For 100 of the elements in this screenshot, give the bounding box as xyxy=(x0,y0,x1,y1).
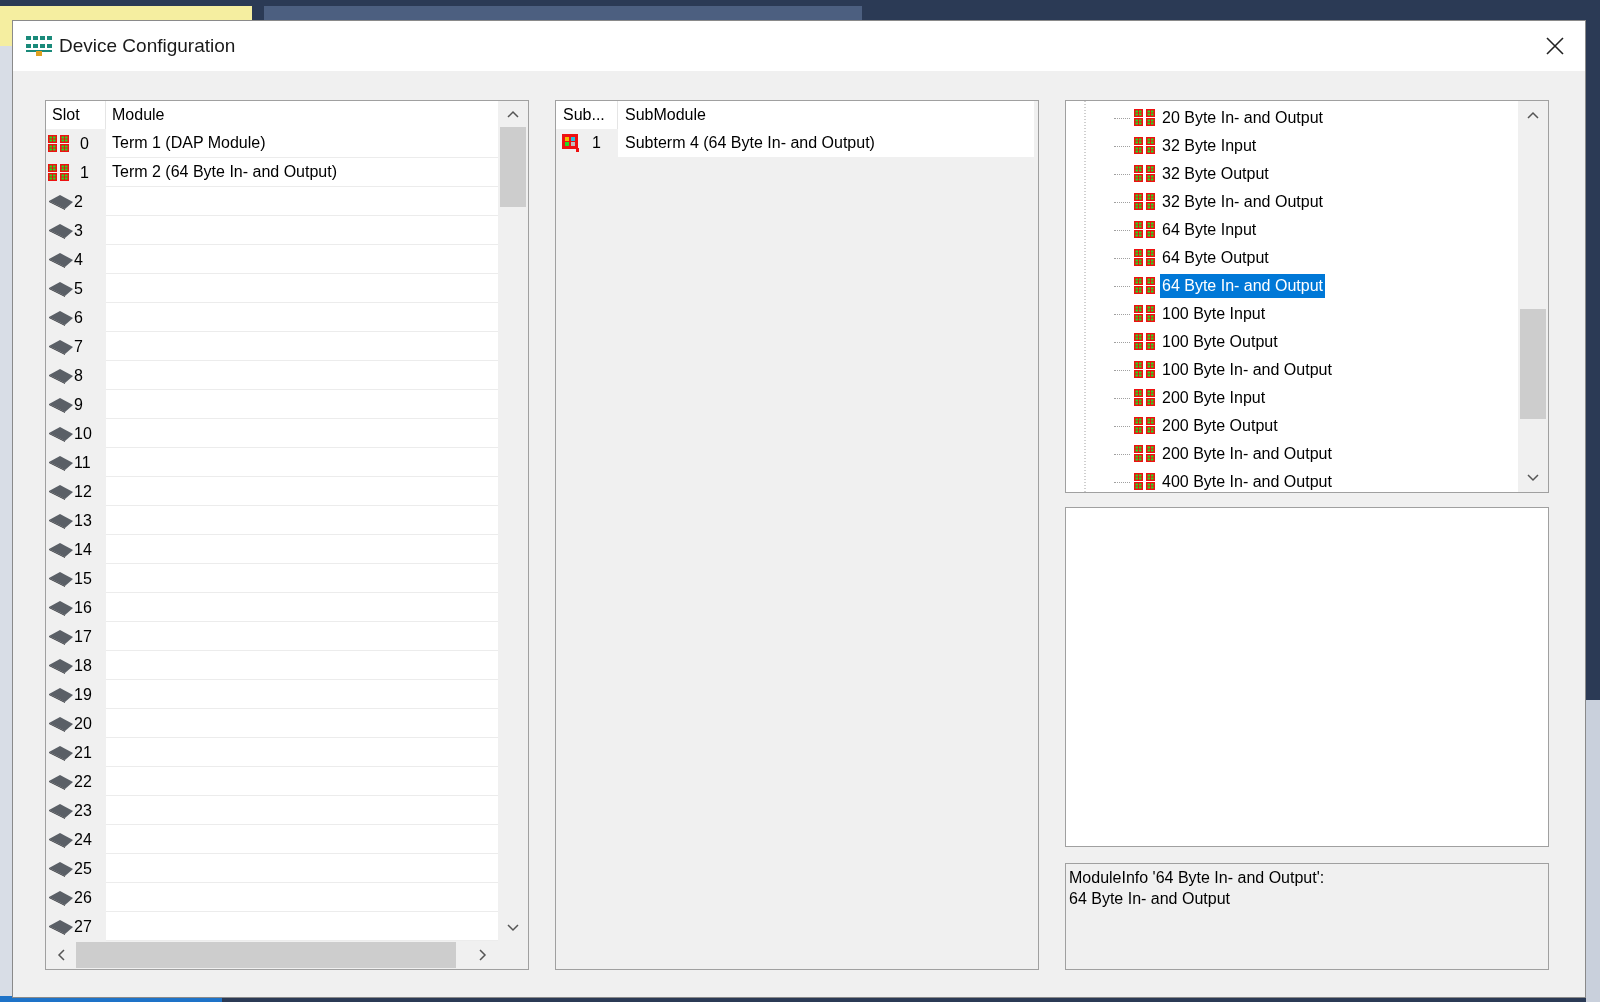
empty-slot-icon xyxy=(48,569,74,588)
module-icon xyxy=(1134,249,1156,267)
module-icon xyxy=(48,134,70,153)
module-icon xyxy=(1134,165,1156,183)
info-text: ModuleInfo '64 Byte In- and Output': xyxy=(1069,868,1326,888)
column-header[interactable]: SubModule xyxy=(618,101,1034,129)
empty-slot-icon xyxy=(48,917,74,936)
network-icon xyxy=(25,35,53,57)
slot-number: 3 xyxy=(74,220,83,241)
empty-slot-icon xyxy=(48,801,74,820)
slot-number: 26 xyxy=(74,887,92,908)
empty-slot-icon xyxy=(48,221,74,240)
tree-item[interactable]: 32 Byte Input xyxy=(1160,134,1259,158)
module-icon xyxy=(1134,473,1156,491)
empty-slot-icon xyxy=(48,627,74,646)
submodule-number: 1 xyxy=(592,133,601,153)
empty-slot-icon xyxy=(48,279,74,298)
tree-item[interactable]: 64 Byte Input xyxy=(1160,218,1259,242)
scroll-up-icon[interactable] xyxy=(507,110,519,118)
scroll-left-icon[interactable] xyxy=(57,949,65,961)
scrollbar-thumb[interactable] xyxy=(76,942,456,968)
table-cell[interactable]: Term 1 (DAP Module) xyxy=(106,129,498,158)
tree-item[interactable]: 200 Byte In- and Output xyxy=(1160,442,1334,466)
empty-slot-icon xyxy=(48,482,74,501)
empty-slot-icon xyxy=(48,511,74,530)
slot-number: 27 xyxy=(74,916,92,937)
empty-slot-icon xyxy=(48,250,74,269)
scrollbar-thumb[interactable] xyxy=(500,127,526,207)
column-header[interactable]: Sub... xyxy=(556,101,618,129)
slot-number: 15 xyxy=(74,568,92,589)
module-icon xyxy=(48,163,70,182)
tree-item[interactable]: 32 Byte Output xyxy=(1160,162,1271,186)
slot-number: 7 xyxy=(74,336,83,357)
slot-number: 0 xyxy=(80,133,89,154)
empty-slot-icon xyxy=(48,308,74,327)
tree-item[interactable]: 100 Byte In- and Output xyxy=(1160,358,1334,382)
empty-slot-icon xyxy=(48,859,74,878)
tree-item[interactable]: 200 Byte Input xyxy=(1160,386,1268,410)
empty-slot-icon xyxy=(48,424,74,443)
module-icon xyxy=(1134,193,1156,211)
slot-number: 6 xyxy=(74,307,83,328)
empty-slot-icon xyxy=(48,598,74,617)
slot-number: 14 xyxy=(74,539,92,560)
tree-item[interactable]: 20 Byte In- and Output xyxy=(1160,106,1325,130)
tree-item[interactable]: 64 Byte In- and Output xyxy=(1160,274,1325,298)
window-title: Device Configuration xyxy=(59,33,236,58)
empty-slot-icon xyxy=(48,772,74,791)
slot-number: 11 xyxy=(74,452,91,473)
slot-number: 21 xyxy=(74,742,92,763)
tree-item[interactable]: 100 Byte Output xyxy=(1160,330,1280,354)
slot-number: 9 xyxy=(74,394,83,415)
empty-slot-icon xyxy=(48,656,74,675)
slot-number: 20 xyxy=(74,713,92,734)
tree-item[interactable]: 32 Byte In- and Output xyxy=(1160,190,1325,214)
scroll-right-icon[interactable] xyxy=(479,949,487,961)
slot-number: 1 xyxy=(80,162,89,183)
empty-slot-icon xyxy=(48,453,74,472)
slot-number: 17 xyxy=(74,626,92,647)
empty-slot-icon xyxy=(48,337,74,356)
scrollbar-thumb[interactable] xyxy=(1520,309,1546,419)
slot-number: 5 xyxy=(74,278,83,299)
slot-number: 23 xyxy=(74,800,92,821)
module-icon xyxy=(1134,137,1156,155)
info-text: 64 Byte In- and Output xyxy=(1069,889,1231,909)
table-cell[interactable]: Term 2 (64 Byte In- and Output) xyxy=(106,158,498,187)
empty-slot-icon xyxy=(48,395,74,414)
slot-number: 4 xyxy=(74,249,83,270)
empty-slot-icon xyxy=(48,888,74,907)
column-header[interactable]: Module xyxy=(106,101,498,129)
tree-item[interactable]: 400 Byte In- and Output xyxy=(1160,470,1334,492)
tree-item[interactable]: 64 Byte Output xyxy=(1160,246,1271,270)
tree-item[interactable]: 200 Byte Output xyxy=(1160,414,1280,438)
slot-number: 2 xyxy=(74,191,83,212)
module-icon xyxy=(1134,109,1156,127)
slot-number: 12 xyxy=(74,481,92,502)
slot-number: 22 xyxy=(74,771,92,792)
module-icon xyxy=(1134,445,1156,463)
vertical-scrollbar[interactable] xyxy=(1518,101,1548,492)
module-icon xyxy=(1134,389,1156,407)
module-icon xyxy=(1134,361,1156,379)
scroll-up-icon[interactable] xyxy=(1527,111,1539,119)
scroll-down-icon[interactable] xyxy=(1527,474,1539,482)
tree-item[interactable]: 100 Byte Input xyxy=(1160,302,1268,326)
close-icon[interactable] xyxy=(1545,36,1565,56)
empty-slot-icon xyxy=(48,685,74,704)
slot-number: 16 xyxy=(74,597,92,618)
scroll-down-icon[interactable] xyxy=(507,924,519,932)
empty-slot-icon xyxy=(48,366,74,385)
module-icon xyxy=(1134,277,1156,295)
empty-slot-icon xyxy=(48,192,74,211)
submodule-icon xyxy=(562,134,580,152)
module-icon xyxy=(1134,305,1156,323)
slot-number: 19 xyxy=(74,684,92,705)
slot-number: 13 xyxy=(74,510,92,531)
empty-slot-icon xyxy=(48,830,74,849)
empty-slot-icon xyxy=(48,743,74,762)
slot-number: 18 xyxy=(74,655,92,676)
module-icon xyxy=(1134,333,1156,351)
table-cell[interactable] xyxy=(106,912,498,941)
slot-number: 8 xyxy=(74,365,83,386)
